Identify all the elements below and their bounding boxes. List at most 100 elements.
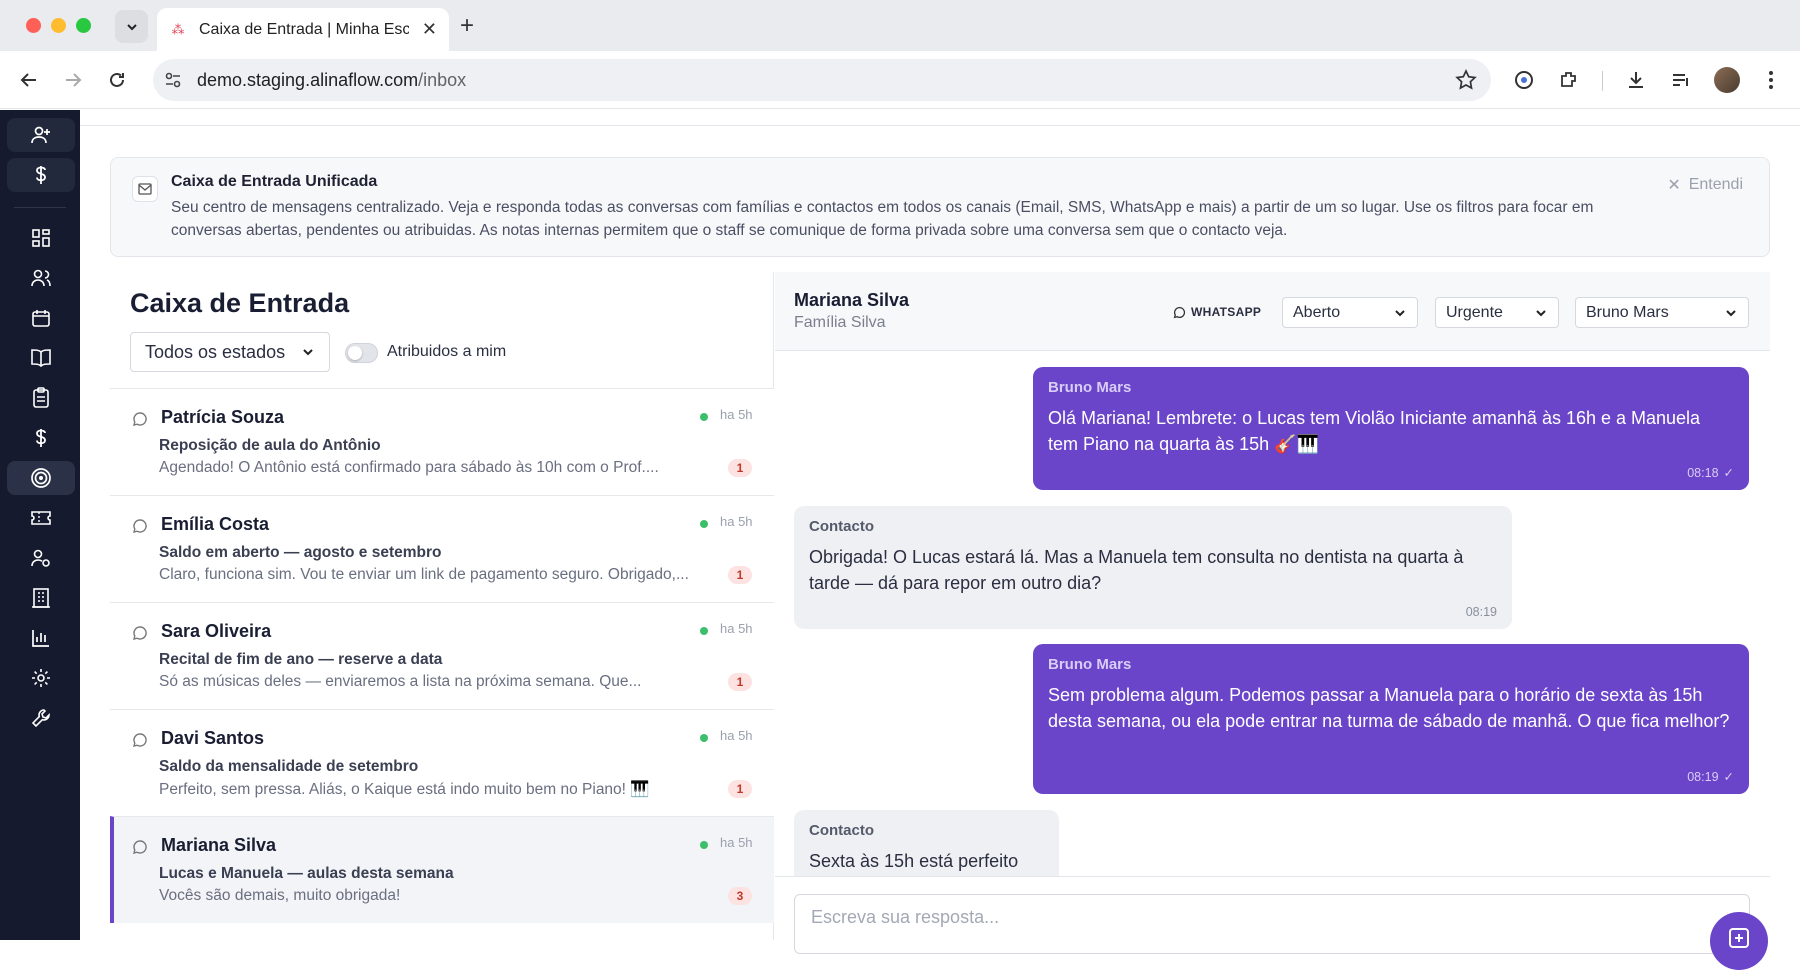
chevron-down-icon bbox=[1536, 309, 1546, 316]
conversation-subject: Saldo da mensalidade de setembro bbox=[159, 758, 419, 775]
message-author: Bruno Mars bbox=[1048, 656, 1132, 673]
priority-select[interactable]: Urgente bbox=[1435, 297, 1559, 328]
chat-family-name: Família Silva bbox=[794, 314, 886, 331]
chat-bubble-icon bbox=[133, 412, 147, 426]
chat-bubble-icon bbox=[133, 626, 147, 640]
media-queue-icon[interactable] bbox=[1669, 68, 1693, 92]
password-manager-icon[interactable] bbox=[1512, 68, 1536, 92]
calendar-icon[interactable] bbox=[7, 301, 75, 335]
whatsapp-bubble-icon bbox=[1173, 306, 1186, 318]
new-tab-button[interactable]: + bbox=[460, 12, 474, 40]
arrow-left-icon bbox=[20, 73, 36, 87]
message-text: Obrigada! O Lucas estará lá. Mas a Manue… bbox=[809, 547, 1464, 593]
close-window-button[interactable] bbox=[26, 18, 41, 33]
check-icon: ✓ bbox=[1723, 770, 1734, 784]
assignee-value: Bruno Mars bbox=[1586, 303, 1669, 321]
status-select[interactable]: Aberto bbox=[1282, 297, 1418, 328]
chat-contact-name: Mariana Silva bbox=[794, 290, 910, 310]
timestamp: ha 5h bbox=[720, 728, 753, 743]
back-button[interactable] bbox=[16, 67, 42, 93]
tab-search-button[interactable] bbox=[115, 10, 148, 43]
extensions-icon[interactable] bbox=[1557, 68, 1581, 92]
sidebar-divider bbox=[14, 207, 66, 208]
banner-body: Seu centro de mensagens centralizado. Ve… bbox=[171, 199, 1594, 239]
message-incoming: Contacto Obrigada! O Lucas estará lá. Ma… bbox=[794, 506, 1512, 629]
new-message-button[interactable] bbox=[1710, 912, 1768, 970]
message-outgoing: Bruno Mars Sem problema algum. Podemos p… bbox=[1033, 644, 1749, 794]
conversation-item[interactable]: Patrícia Souza ha 5h Reposição de aula d… bbox=[110, 388, 774, 495]
message-time: 08:19 bbox=[1687, 769, 1719, 784]
conversation-subject: Saldo em aberto — agosto e setembro bbox=[159, 544, 442, 561]
conversation-item-selected[interactable]: Mariana Silva ha 5h Lucas e Manuela — au… bbox=[110, 816, 774, 923]
contact-name: Patrícia Souza bbox=[161, 407, 285, 427]
online-indicator bbox=[700, 627, 708, 635]
conversation-subject: Recital de fim de ano — reserve a data bbox=[159, 651, 443, 668]
staff-settings-icon[interactable] bbox=[7, 541, 75, 575]
message-author: Contacto bbox=[809, 518, 874, 535]
maximize-window-button[interactable] bbox=[76, 18, 91, 33]
clipboard-icon[interactable] bbox=[7, 381, 75, 415]
site-settings-icon[interactable] bbox=[163, 70, 183, 90]
url-host: demo.staging.alinaflow.com bbox=[197, 70, 419, 90]
status-filter-select[interactable]: Todos os estados bbox=[130, 332, 330, 372]
assigned-to-me-toggle[interactable] bbox=[345, 343, 378, 363]
inbox-target-icon[interactable] bbox=[7, 461, 75, 495]
message-preview: Vocês são demais, muito obrigada! bbox=[159, 887, 401, 904]
timestamp: ha 5h bbox=[720, 514, 753, 529]
contact-name: Sara Oliveira bbox=[161, 621, 272, 641]
minimize-window-button[interactable] bbox=[51, 18, 66, 33]
app-header-strip bbox=[80, 110, 1800, 126]
message-preview: Perfeito, sem pressa. Aliás, o Kaique es… bbox=[159, 781, 650, 798]
message-meta: 08:19 ✓ bbox=[1687, 769, 1734, 785]
message-preview: Agendado! O Antônio está confirmado para… bbox=[159, 459, 659, 476]
message-outgoing: Bruno Mars Olá Mariana! Lembrete: o Luca… bbox=[1033, 367, 1749, 490]
conversation-item[interactable]: Emília Costa ha 5h Saldo em aberto — ago… bbox=[110, 495, 774, 602]
ticket-icon[interactable] bbox=[7, 501, 75, 535]
payments-dollar-icon[interactable] bbox=[7, 421, 75, 455]
unread-count-badge: 1 bbox=[728, 780, 752, 798]
message-meta: 08:19 bbox=[1466, 605, 1497, 619]
message-meta: 08:18 ✓ bbox=[1687, 465, 1734, 481]
more-menu-icon[interactable] bbox=[1759, 68, 1783, 92]
bookmark-star-icon[interactable] bbox=[1455, 69, 1477, 91]
chat-header: Mariana Silva Família Silva WHATSAPP Abe… bbox=[775, 272, 1770, 351]
chevron-down-icon bbox=[303, 349, 313, 356]
browser-toolbar: demo.staging.alinaflow.com/inbox bbox=[0, 51, 1800, 109]
conversation-item[interactable]: Sara Oliveira ha 5h Recital de fim de an… bbox=[110, 602, 774, 709]
conversation-item[interactable]: Davi Santos ha 5h Saldo da mensalidade d… bbox=[110, 709, 774, 816]
billing-dollar-icon[interactable] bbox=[7, 158, 75, 192]
banner-title: Caixa de Entrada Unificada bbox=[171, 173, 378, 190]
bar-chart-icon[interactable] bbox=[7, 621, 75, 655]
browser-tab-active[interactable]: ⁂ Caixa de Entrada | Minha Escola ✕ bbox=[157, 8, 449, 51]
reload-button[interactable] bbox=[104, 67, 130, 93]
unread-count-badge: 1 bbox=[728, 566, 752, 584]
close-tab-icon[interactable]: ✕ bbox=[422, 19, 437, 40]
conversation-subject: Lucas e Manuela — aulas desta semana bbox=[159, 865, 454, 882]
dashboard-grid-icon[interactable] bbox=[7, 221, 75, 255]
reply-input[interactable] bbox=[794, 894, 1750, 954]
contacts-users-icon[interactable] bbox=[7, 261, 75, 295]
assignee-select[interactable]: Bruno Mars bbox=[1575, 297, 1749, 328]
gear-icon[interactable] bbox=[7, 661, 75, 695]
chat-bubble-icon bbox=[133, 733, 147, 747]
book-open-icon[interactable] bbox=[7, 341, 75, 375]
info-banner: Caixa de Entrada Unificada Seu centro de… bbox=[110, 157, 1770, 257]
unread-count-badge: 1 bbox=[728, 459, 752, 477]
dismiss-banner-button[interactable]: ✕ Entendi bbox=[1667, 175, 1743, 195]
message-text: Sem problema algum. Podemos passar a Man… bbox=[1048, 685, 1730, 731]
chat-bubble-icon bbox=[133, 519, 147, 533]
chevron-down-icon bbox=[1395, 309, 1405, 316]
conversation-list-pane: Caixa de Entrada Todos os estados Atribu… bbox=[110, 272, 774, 940]
wrench-icon[interactable] bbox=[7, 701, 75, 735]
download-icon[interactable] bbox=[1624, 68, 1648, 92]
reply-composer bbox=[775, 876, 1770, 954]
channel-badge: WHATSAPP bbox=[1165, 302, 1269, 322]
chat-pane: Mariana Silva Família Silva WHATSAPP Abe… bbox=[775, 272, 1770, 954]
add-user-icon[interactable] bbox=[7, 118, 75, 152]
building-icon[interactable] bbox=[7, 581, 75, 615]
profile-avatar[interactable] bbox=[1714, 67, 1740, 93]
message-incoming: Contacto Sexta às 15h está perfeito 🙏 bbox=[794, 810, 1059, 880]
address-bar[interactable]: demo.staging.alinaflow.com/inbox bbox=[153, 59, 1491, 101]
url-path: /inbox bbox=[418, 70, 467, 90]
forward-button[interactable] bbox=[60, 67, 86, 93]
